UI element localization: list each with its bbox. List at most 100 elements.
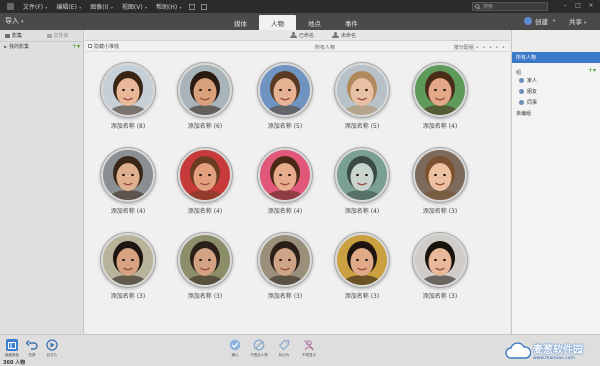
face-name-label[interactable]: 添加名称 (3): [410, 206, 470, 215]
tab-media[interactable]: 媒体: [222, 15, 259, 30]
view-toggle-group: [189, 3, 208, 10]
face-stack[interactable]: 添加名称 (5): [255, 65, 315, 130]
face-thumbnail[interactable]: [260, 235, 310, 285]
view-tabs: 媒体 人物 地点 事件: [222, 15, 370, 30]
close-icon[interactable]: ×: [588, 3, 594, 9]
confirm-button[interactable]: 确认: [225, 339, 245, 358]
face-thumbnail[interactable]: [260, 65, 310, 115]
add-album-icon[interactable]: +▾: [72, 43, 80, 50]
maximize-icon[interactable]: □: [575, 3, 581, 9]
album-icon: [5, 33, 10, 38]
face-stack[interactable]: 添加名称 (4): [332, 150, 392, 215]
face-stack[interactable]: 添加名称 (6): [175, 65, 235, 130]
face-thumbnail[interactable]: [103, 65, 153, 115]
undo-icon: [26, 339, 38, 351]
subtab-unnamed[interactable]: 未命名: [332, 32, 356, 39]
face-name-label[interactable]: 添加名称 (4): [255, 206, 315, 215]
face-name-label[interactable]: 添加名称 (5): [255, 121, 315, 130]
face-name-label[interactable]: 添加名称 (3): [332, 291, 392, 300]
face-stack[interactable]: 添加名称 (4): [255, 150, 315, 215]
face-stack[interactable]: 添加名称 (4): [98, 150, 158, 215]
face-stack[interactable]: 添加名称 (4): [410, 65, 470, 130]
panel-icon: [6, 339, 18, 351]
group-item-friends[interactable]: 朋友: [512, 86, 600, 97]
expand-arrow-icon[interactable]: ▶: [4, 44, 7, 49]
face-stack[interactable]: 添加名称 (4): [175, 150, 235, 215]
group-item-colleagues[interactable]: 同事: [512, 97, 600, 108]
face-stack[interactable]: 添加名称 (3): [410, 150, 470, 215]
face-name-label[interactable]: 添加名称 (4): [332, 206, 392, 215]
face-stack[interactable]: 添加名称 (3): [98, 235, 158, 300]
menu-image[interactable]: 图像(I) ▾: [87, 2, 119, 11]
sidebar-tab-folders[interactable]: 文件夹: [42, 32, 84, 39]
confirm-check-icon: [229, 339, 241, 351]
face-stack[interactable]: 添加名称 (3): [175, 235, 235, 300]
share-button[interactable]: 共享 ▾: [569, 16, 586, 26]
sidebar-tab-albums[interactable]: 影集: [0, 32, 42, 39]
hide-person-icon: [303, 339, 315, 351]
face-name-label[interactable]: 添加名称 (3): [410, 291, 470, 300]
menu-file[interactable]: 文件(F) ▾: [20, 2, 53, 11]
dont-show-button[interactable]: 不再显示: [299, 339, 319, 358]
face-thumbnail[interactable]: [337, 235, 387, 285]
face-thumbnail[interactable]: [180, 65, 230, 115]
undo-button[interactable]: 还原: [22, 339, 42, 358]
group-item-family[interactable]: 家人: [512, 75, 600, 86]
menu-help[interactable]: 帮助(H) ▾: [153, 2, 187, 11]
face-name-label[interactable]: 添加名称 (4): [410, 121, 470, 130]
groups-panel-header: [512, 30, 600, 52]
face-thumbnail[interactable]: [180, 150, 230, 200]
tab-people[interactable]: 人物: [259, 15, 296, 30]
hide-small-stacks-checkbox[interactable]: [88, 44, 92, 48]
face-thumbnail[interactable]: [103, 235, 153, 285]
face-thumbnail[interactable]: [260, 150, 310, 200]
face-name-label[interactable]: 添加名称 (3): [98, 291, 158, 300]
face-thumbnail[interactable]: [415, 65, 465, 115]
subtab-named[interactable]: 已命名: [290, 32, 314, 39]
ungrouped-item[interactable]: 未编组: [512, 108, 600, 119]
slideshow-button[interactable]: 幻灯片: [42, 339, 62, 358]
play-icon: [46, 339, 58, 351]
hide-panel-button[interactable]: 隐藏面板: [2, 339, 22, 358]
face-name-label[interactable]: 添加名称 (3): [255, 291, 315, 300]
face-name-label[interactable]: 添加名称 (5): [332, 121, 392, 130]
tag-button[interactable]: 标记为: [274, 339, 294, 358]
face-stack[interactable]: 添加名称 (8): [98, 65, 158, 130]
filter-bar: 隐藏小堆栈 所有人物 按分配组 • • • • •: [85, 41, 510, 52]
layout-toggle-icon[interactable]: [189, 3, 196, 10]
create-icon: [524, 17, 532, 25]
tab-places[interactable]: 地点: [296, 15, 333, 30]
hide-small-stacks-label: 隐藏小堆栈: [94, 43, 120, 50]
minimize-icon[interactable]: –: [562, 3, 568, 9]
face-stack[interactable]: 添加名称 (5): [332, 65, 392, 130]
face-thumbnail[interactable]: [337, 65, 387, 115]
face-name-label[interactable]: 添加名称 (4): [98, 206, 158, 215]
face-stack[interactable]: 添加名称 (3): [410, 235, 470, 300]
face-thumbnail[interactable]: [180, 235, 230, 285]
import-button[interactable]: 导入 ▾: [5, 16, 24, 26]
face-name-label[interactable]: 添加名称 (4): [175, 206, 235, 215]
not-this-person-button[interactable]: 不是此人物: [249, 339, 269, 358]
group-icon: [519, 78, 524, 83]
sidebar-item-my-albums[interactable]: ▶ 我的影集 +▾: [0, 41, 83, 51]
add-group-icon[interactable]: +▾: [588, 67, 596, 74]
face-thumbnail[interactable]: [103, 150, 153, 200]
face-thumbnail[interactable]: [415, 150, 465, 200]
face-stack[interactable]: 添加名称 (3): [332, 235, 392, 300]
face-name-label[interactable]: 添加名称 (8): [98, 121, 158, 130]
sort-control[interactable]: 按分配组 • • • • •: [454, 44, 506, 52]
menu-edit[interactable]: 编辑(E) ▾: [53, 2, 87, 11]
face-name-label[interactable]: 添加名称 (3): [175, 291, 235, 300]
tab-events[interactable]: 事件: [333, 15, 370, 30]
menu-view[interactable]: 视图(V) ▾: [119, 2, 153, 11]
group-icon: [519, 89, 524, 94]
face-thumbnail[interactable]: [415, 235, 465, 285]
all-people-item[interactable]: 所有人物: [512, 52, 600, 63]
create-button[interactable]: 创建 ▾: [524, 16, 555, 26]
search-input[interactable]: 搜索: [472, 2, 548, 11]
layout-toggle-icon[interactable]: [201, 3, 208, 10]
face-name-label[interactable]: 添加名称 (6): [175, 121, 235, 130]
person-icon: [290, 32, 297, 38]
face-stack[interactable]: 添加名称 (3): [255, 235, 315, 300]
face-thumbnail[interactable]: [337, 150, 387, 200]
